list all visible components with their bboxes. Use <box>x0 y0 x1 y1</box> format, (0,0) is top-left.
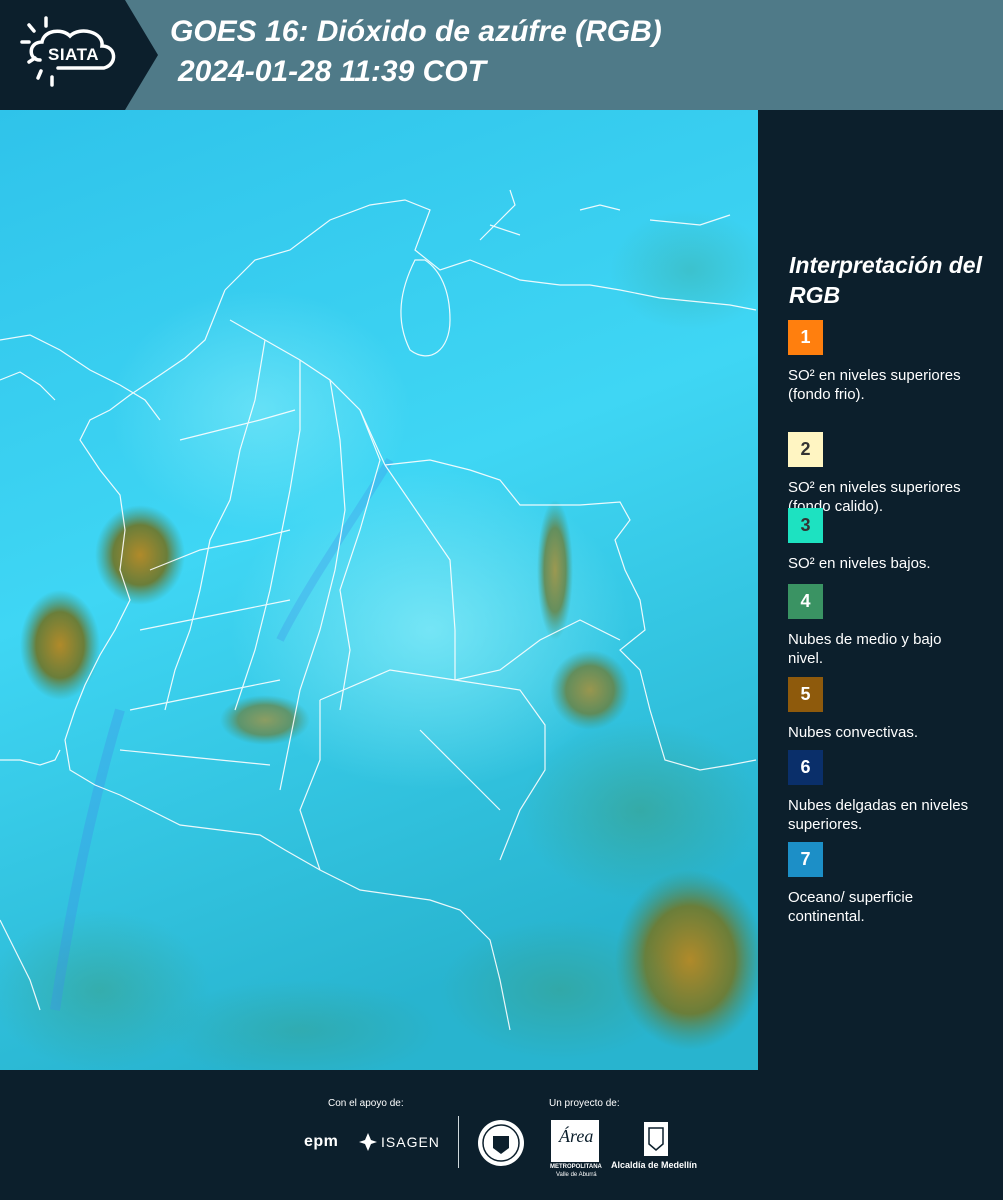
legend-item-1: 1 SO² en niveles superiores (fondo frio). <box>788 320 993 404</box>
legend-panel: Interpretación del RGB 1 SO² en niveles s… <box>760 110 1003 1070</box>
legend-item-5: 5 Nubes convectivas. <box>788 677 993 742</box>
medellin-seal-icon[interactable] <box>476 1118 526 1168</box>
legend-swatch: 3 <box>788 508 823 543</box>
epm-logo[interactable]: epm <box>304 1133 338 1151</box>
page-title: GOES 16: Dióxido de azúfre (RGB) <box>170 15 662 48</box>
siata-logo-text: SIATA <box>48 45 99 64</box>
area-metropolitana-logo: Área <box>559 1126 594 1146</box>
area-metropolitana-sub: METROPOLITANA <box>550 1164 602 1170</box>
legend-label: Nubes delgadas en niveles superiores. <box>788 797 969 833</box>
project-label: Un proyecto de: <box>549 1098 620 1109</box>
header-bar: SIATA GOES 16: Dióxido de azúfre (RGB) 2… <box>0 0 1003 110</box>
support-label: Con el apoyo de: <box>328 1098 404 1109</box>
alcaldia-shield-icon <box>641 1120 671 1158</box>
area-metropolitana-sub2: Valle de Aburrá <box>556 1172 597 1178</box>
legend-title: Interpretación del RGB <box>789 252 982 308</box>
footer-divider <box>458 1116 459 1168</box>
legend-item-2: 2 SO² en niveles superiores (fondo calido… <box>788 432 993 516</box>
legend-label: Nubes de medio y bajo nivel. <box>788 631 942 667</box>
legend-swatch: 7 <box>788 842 823 877</box>
legend-label: SO² en niveles bajos. <box>788 555 931 572</box>
area-metropolitana-icon[interactable]: Área <box>551 1120 599 1162</box>
legend-swatch: 4 <box>788 584 823 619</box>
legend-label: Oceano/ superficie continental. <box>788 889 914 925</box>
legend-swatch: 1 <box>788 320 823 355</box>
legend-item-4: 4 Nubes de medio y bajo nivel. <box>788 584 993 668</box>
satellite-map[interactable] <box>0 110 758 1070</box>
legend-label: Nubes convectivas. <box>788 724 919 741</box>
footer: Con el apoyo de: Un proyecto de: epm ISA… <box>0 1070 1003 1200</box>
isagen-logo[interactable]: ISAGEN <box>381 1134 440 1150</box>
isagen-icon <box>358 1132 378 1152</box>
legend-item-7: 7 Oceano/ superficie continental. <box>788 842 993 926</box>
siata-logo[interactable]: SIATA <box>0 0 158 110</box>
legend-item-3: 3 SO² en niveles bajos. <box>788 508 993 573</box>
legend-swatch: 6 <box>788 750 823 785</box>
legend-swatch: 5 <box>788 677 823 712</box>
legend-swatch: 2 <box>788 432 823 467</box>
legend-label: SO² en niveles superiores (fondo frio). <box>788 367 961 403</box>
legend-item-6: 6 Nubes delgadas en niveles superiores. <box>788 750 993 834</box>
timestamp: 2024-01-28 11:39 COT <box>178 55 486 88</box>
alcaldia-logo[interactable]: Alcaldía de Medellín <box>611 1160 697 1170</box>
